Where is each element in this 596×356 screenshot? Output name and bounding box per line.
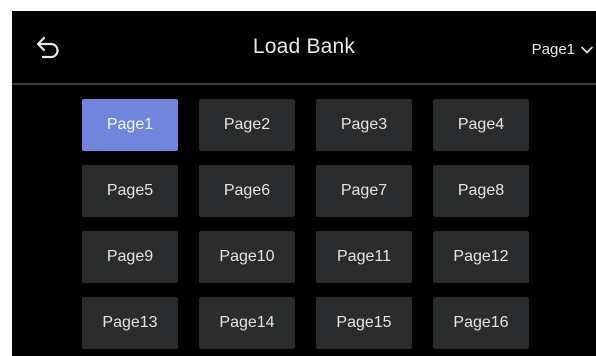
chevron-down-icon — [581, 41, 593, 58]
page-selector-dropdown[interactable]: Page1 — [532, 39, 593, 59]
page-tile[interactable]: Page15 — [316, 297, 412, 349]
load-bank-screen: Load Bank Page1 Page1 Page2 Page3 Page4 … — [12, 11, 596, 356]
page-tile[interactable]: Page6 — [199, 165, 295, 217]
page-tile[interactable]: Page5 — [82, 165, 178, 217]
page-tile-label: Page10 — [219, 248, 275, 265]
page-selector-value: Page1 — [531, 40, 575, 58]
header-divider — [12, 83, 596, 85]
back-button[interactable] — [34, 33, 64, 61]
page-tile[interactable]: Page12 — [433, 231, 529, 283]
page-tile[interactable]: Page2 — [199, 99, 295, 151]
page-tile[interactable]: Page8 — [433, 165, 529, 217]
page-tile[interactable]: Page13 — [82, 297, 178, 349]
page-tile-selected[interactable]: Page1 — [82, 99, 178, 151]
page-tile[interactable]: Page10 — [199, 231, 295, 283]
page-tile-label: Page16 — [453, 314, 509, 331]
page-tile[interactable]: Page16 — [433, 297, 529, 349]
header-bar: Load Bank Page1 — [12, 11, 596, 83]
page-title: Load Bank — [252, 35, 356, 58]
page-tile-label: Page7 — [340, 182, 388, 199]
page-tile-label: Page6 — [223, 182, 271, 199]
page-tile[interactable]: Page3 — [316, 99, 412, 151]
page-tile-label: Page9 — [106, 248, 154, 265]
page-tile-label: Page15 — [336, 314, 392, 331]
page-tile-label: Page13 — [102, 314, 158, 331]
page-tile[interactable]: Page11 — [316, 231, 412, 283]
page-tile-label: Page5 — [106, 182, 154, 199]
back-arrow-icon — [36, 36, 59, 59]
page-tile-label: Page12 — [453, 248, 509, 265]
page-tile-label: Page3 — [340, 116, 388, 133]
page-tile[interactable]: Page4 — [433, 99, 529, 151]
page-tile[interactable]: Page7 — [316, 165, 412, 217]
page-grid: Page1 Page2 Page3 Page4 Page5 Page6 Page… — [82, 99, 532, 349]
page-tile-label: Page4 — [457, 116, 505, 133]
page-tile-label: Page1 — [106, 116, 154, 133]
page-tile-label: Page8 — [457, 182, 505, 199]
page-tile-label: Page11 — [337, 248, 391, 265]
page-tile[interactable]: Page14 — [199, 297, 295, 349]
page-tile-label: Page2 — [223, 116, 271, 133]
page-tile-label: Page14 — [219, 314, 275, 331]
page-tile[interactable]: Page9 — [82, 231, 178, 283]
